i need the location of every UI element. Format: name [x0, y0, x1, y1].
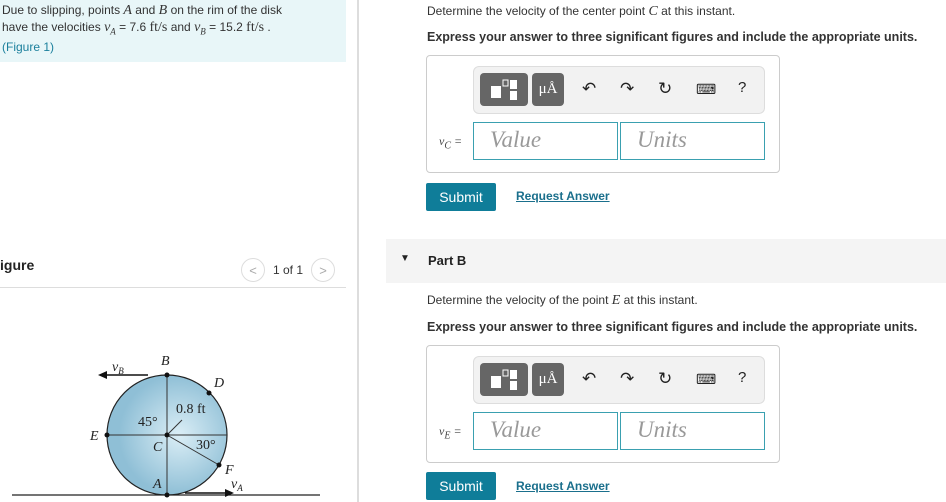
label-va: vA — [231, 477, 243, 493]
label-angle-45: 45° — [138, 415, 158, 430]
problem-statement: Due to slipping, points A and B on the r… — [0, 0, 346, 62]
partb-answer-box: μÅ ↶ ↷ ↻ ⌨ ? vE = Value Units — [426, 345, 780, 463]
redo-icon[interactable]: ↷ — [620, 79, 634, 99]
parta-question: Determine the velocity of the center poi… — [427, 4, 735, 20]
unit: ft/s — [246, 20, 265, 35]
label-vb: vB — [112, 360, 124, 376]
point: C — [648, 4, 658, 19]
panel-divider[interactable] — [357, 0, 359, 502]
units-input[interactable]: Units — [620, 122, 765, 160]
value-input[interactable]: Value — [473, 122, 618, 160]
math-toolbar: μÅ ↶ ↷ ↻ ⌨ ? — [473, 66, 765, 114]
variable-label: vC = — [439, 134, 463, 152]
units-button[interactable]: μÅ — [532, 363, 564, 396]
label-a: A — [152, 477, 162, 492]
request-answer-link[interactable]: Request Answer — [516, 189, 610, 203]
label-d: D — [213, 376, 224, 391]
label-f: F — [224, 463, 234, 478]
submit-button[interactable]: Submit — [426, 472, 496, 500]
redo-icon[interactable]: ↷ — [620, 369, 634, 389]
text: = 15.2 — [205, 20, 247, 34]
text: and — [131, 3, 159, 17]
request-answer-link[interactable]: Request Answer — [516, 479, 610, 493]
templates-button[interactable] — [480, 363, 528, 396]
disk-figure: vB B D E C F A vA 0.8 ft 45° 30° — [12, 354, 320, 498]
text: and — [167, 20, 195, 34]
unit: ft/s — [149, 20, 168, 35]
undo-icon[interactable]: ↶ — [582, 79, 596, 99]
submit-button[interactable]: Submit — [426, 183, 496, 211]
text: at this instant. — [620, 293, 698, 307]
point-b: B — [158, 3, 168, 18]
templates-button[interactable] — [480, 73, 528, 106]
label-c: C — [153, 440, 163, 455]
label-b: B — [161, 354, 170, 369]
text: Due to slipping, points — [2, 3, 124, 17]
help-icon[interactable]: ? — [738, 79, 746, 96]
label-distance: 0.8 ft — [176, 402, 206, 417]
reset-icon[interactable]: ↻ — [658, 369, 672, 389]
text: . — [264, 20, 271, 34]
page-indicator: 1 of 1 — [273, 263, 304, 277]
figure-pager: < 1 of 1 > — [241, 258, 336, 282]
value-input[interactable]: Value — [473, 412, 618, 450]
variable-label: vE = — [439, 424, 462, 442]
partb-instruction: Express your answer to three significant… — [427, 320, 918, 334]
reset-icon[interactable]: ↻ — [658, 79, 672, 99]
text: = 7.6 — [115, 20, 150, 34]
next-figure-button[interactable]: > — [311, 258, 336, 282]
label-e: E — [89, 429, 99, 444]
label-angle-30: 30° — [196, 438, 216, 453]
text: Determine the velocity of the point — [427, 293, 612, 307]
partb-question: Determine the velocity of the point E at… — [427, 293, 698, 309]
text: Determine the velocity of the center poi… — [427, 4, 649, 18]
text: on the rim of the disk — [167, 3, 282, 17]
math-toolbar: μÅ ↶ ↷ ↻ ⌨ ? — [473, 356, 765, 404]
figure-link[interactable]: (Figure 1) — [2, 40, 54, 54]
figure-heading: igure — [0, 257, 35, 273]
units-button[interactable]: μÅ — [532, 73, 564, 106]
text: have the velocities — [2, 20, 105, 34]
point-a: A — [123, 3, 132, 18]
undo-icon[interactable]: ↶ — [582, 369, 596, 389]
text: at this instant. — [657, 4, 736, 18]
help-icon[interactable]: ? — [738, 369, 746, 386]
parta-instruction: Express your answer to three significant… — [427, 30, 918, 44]
partb-header[interactable]: ▼ Part B — [386, 239, 946, 283]
separator — [0, 287, 346, 288]
prev-figure-button[interactable]: < — [241, 258, 265, 282]
partb-title: Part B — [428, 253, 467, 268]
keyboard-icon[interactable]: ⌨ — [696, 371, 716, 388]
parta-answer-box: μÅ ↶ ↷ ↻ ⌨ ? vC = Value Units — [426, 55, 780, 173]
units-input[interactable]: Units — [620, 412, 765, 450]
collapse-triangle-icon[interactable]: ▼ — [400, 253, 410, 264]
keyboard-icon[interactable]: ⌨ — [696, 81, 716, 98]
